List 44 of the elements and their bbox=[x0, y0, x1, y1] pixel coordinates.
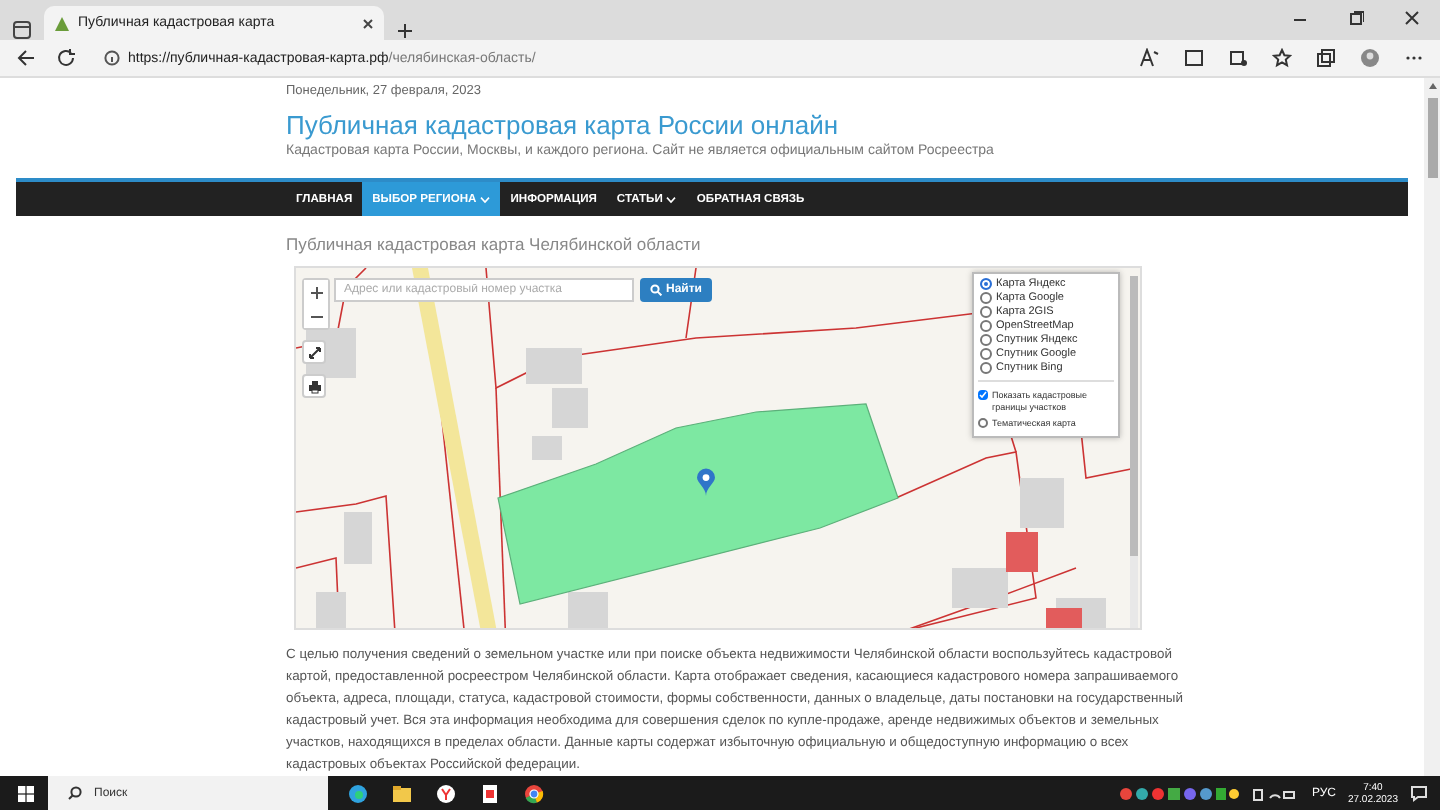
new-tab-icon[interactable] bbox=[396, 22, 414, 40]
option-checkbox[interactable] bbox=[978, 418, 988, 428]
layer-radio[interactable] bbox=[980, 320, 992, 332]
layer-radio[interactable] bbox=[980, 306, 992, 318]
back-icon[interactable] bbox=[16, 48, 36, 68]
tray-icons-drawing[interactable] bbox=[1119, 785, 1240, 801]
zoom-in-button[interactable] bbox=[304, 280, 328, 304]
layer-radio[interactable] bbox=[980, 292, 992, 304]
profile-icon[interactable] bbox=[1360, 48, 1380, 68]
tab-actions-icon[interactable] bbox=[12, 20, 32, 40]
page-scrollbar[interactable] bbox=[1424, 78, 1440, 776]
scrollbar[interactable] bbox=[1130, 276, 1138, 628]
folder-icon[interactable] bbox=[392, 783, 412, 803]
system-status-icon[interactable] bbox=[1251, 785, 1300, 801]
y-app-icon[interactable] bbox=[436, 783, 456, 803]
map-pin-icon bbox=[696, 468, 716, 496]
layer-radio[interactable] bbox=[980, 334, 992, 346]
printer-icon bbox=[307, 379, 321, 393]
read-aloud-icon[interactable] bbox=[1140, 48, 1160, 68]
close-icon[interactable] bbox=[362, 17, 374, 29]
reader-view-icon[interactable] bbox=[1184, 48, 1204, 68]
collections-icon[interactable] bbox=[1316, 48, 1336, 68]
page-heading: Публичная кадастровая карта Челябинской области bbox=[286, 234, 703, 254]
expand-icon bbox=[307, 345, 321, 359]
layer-radio[interactable] bbox=[980, 362, 992, 374]
notification-icon[interactable] bbox=[1410, 784, 1428, 802]
site-favicon-icon bbox=[54, 15, 70, 31]
search-icon bbox=[68, 786, 82, 800]
plus-icon bbox=[309, 285, 323, 299]
start-icon[interactable] bbox=[16, 783, 36, 803]
browser-app-icon[interactable] bbox=[348, 783, 368, 803]
chrome-icon[interactable] bbox=[524, 783, 544, 803]
print-button[interactable] bbox=[302, 374, 326, 398]
info-icon[interactable] bbox=[104, 50, 120, 66]
option-checkbox[interactable] bbox=[978, 390, 988, 400]
fullscreen-button[interactable] bbox=[302, 340, 326, 364]
reload-icon[interactable] bbox=[56, 48, 76, 68]
scroll-up-icon[interactable] bbox=[1427, 82, 1437, 90]
favorites-icon[interactable] bbox=[1272, 48, 1292, 68]
extension-icon[interactable] bbox=[1228, 48, 1248, 68]
layer-radio[interactable] bbox=[980, 348, 992, 360]
document-app-icon[interactable] bbox=[480, 783, 500, 803]
search-icon bbox=[650, 284, 662, 296]
layer-radio[interactable] bbox=[980, 278, 992, 290]
